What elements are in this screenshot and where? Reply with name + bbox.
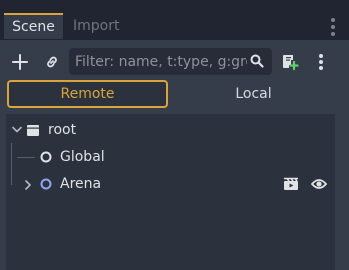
tree-item-label: Arena [60, 176, 102, 192]
dock-tab-bar: Scene Import [0, 0, 349, 40]
tree-item-root[interactable]: root [6, 117, 335, 144]
tree-item-global[interactable]: Global [6, 144, 335, 171]
add-node-button[interactable] [9, 51, 31, 73]
filter-input[interactable] [75, 48, 247, 75]
filter-field[interactable] [69, 48, 272, 75]
tab-menu-icon[interactable] [331, 18, 335, 36]
chevron-right-icon[interactable] [24, 180, 32, 190]
instantiate-scene-button[interactable] [41, 51, 63, 73]
tree-item-arena[interactable]: Arena [6, 171, 335, 198]
node-circle-icon [40, 178, 52, 190]
chevron-down-icon[interactable] [12, 126, 22, 134]
search-icon [250, 54, 264, 68]
script-add-icon [283, 55, 299, 71]
local-toggle-button[interactable]: Local [173, 80, 334, 108]
plus-icon [12, 54, 28, 70]
tree-item-label: root [48, 122, 77, 138]
tab-import[interactable]: Import [73, 13, 119, 39]
scene-options-menu-icon[interactable] [310, 51, 332, 73]
attach-script-button[interactable] [279, 51, 301, 73]
visibility-eye-icon[interactable] [311, 177, 327, 191]
tab-scene[interactable]: Scene [4, 13, 63, 39]
node-folder-icon [27, 125, 39, 136]
node-circle-icon [40, 151, 52, 163]
link-icon [47, 56, 57, 68]
open-in-editor-icon[interactable] [283, 177, 299, 191]
tree-item-label: Global [60, 149, 105, 165]
remote-toggle-button[interactable]: Remote [7, 80, 168, 108]
